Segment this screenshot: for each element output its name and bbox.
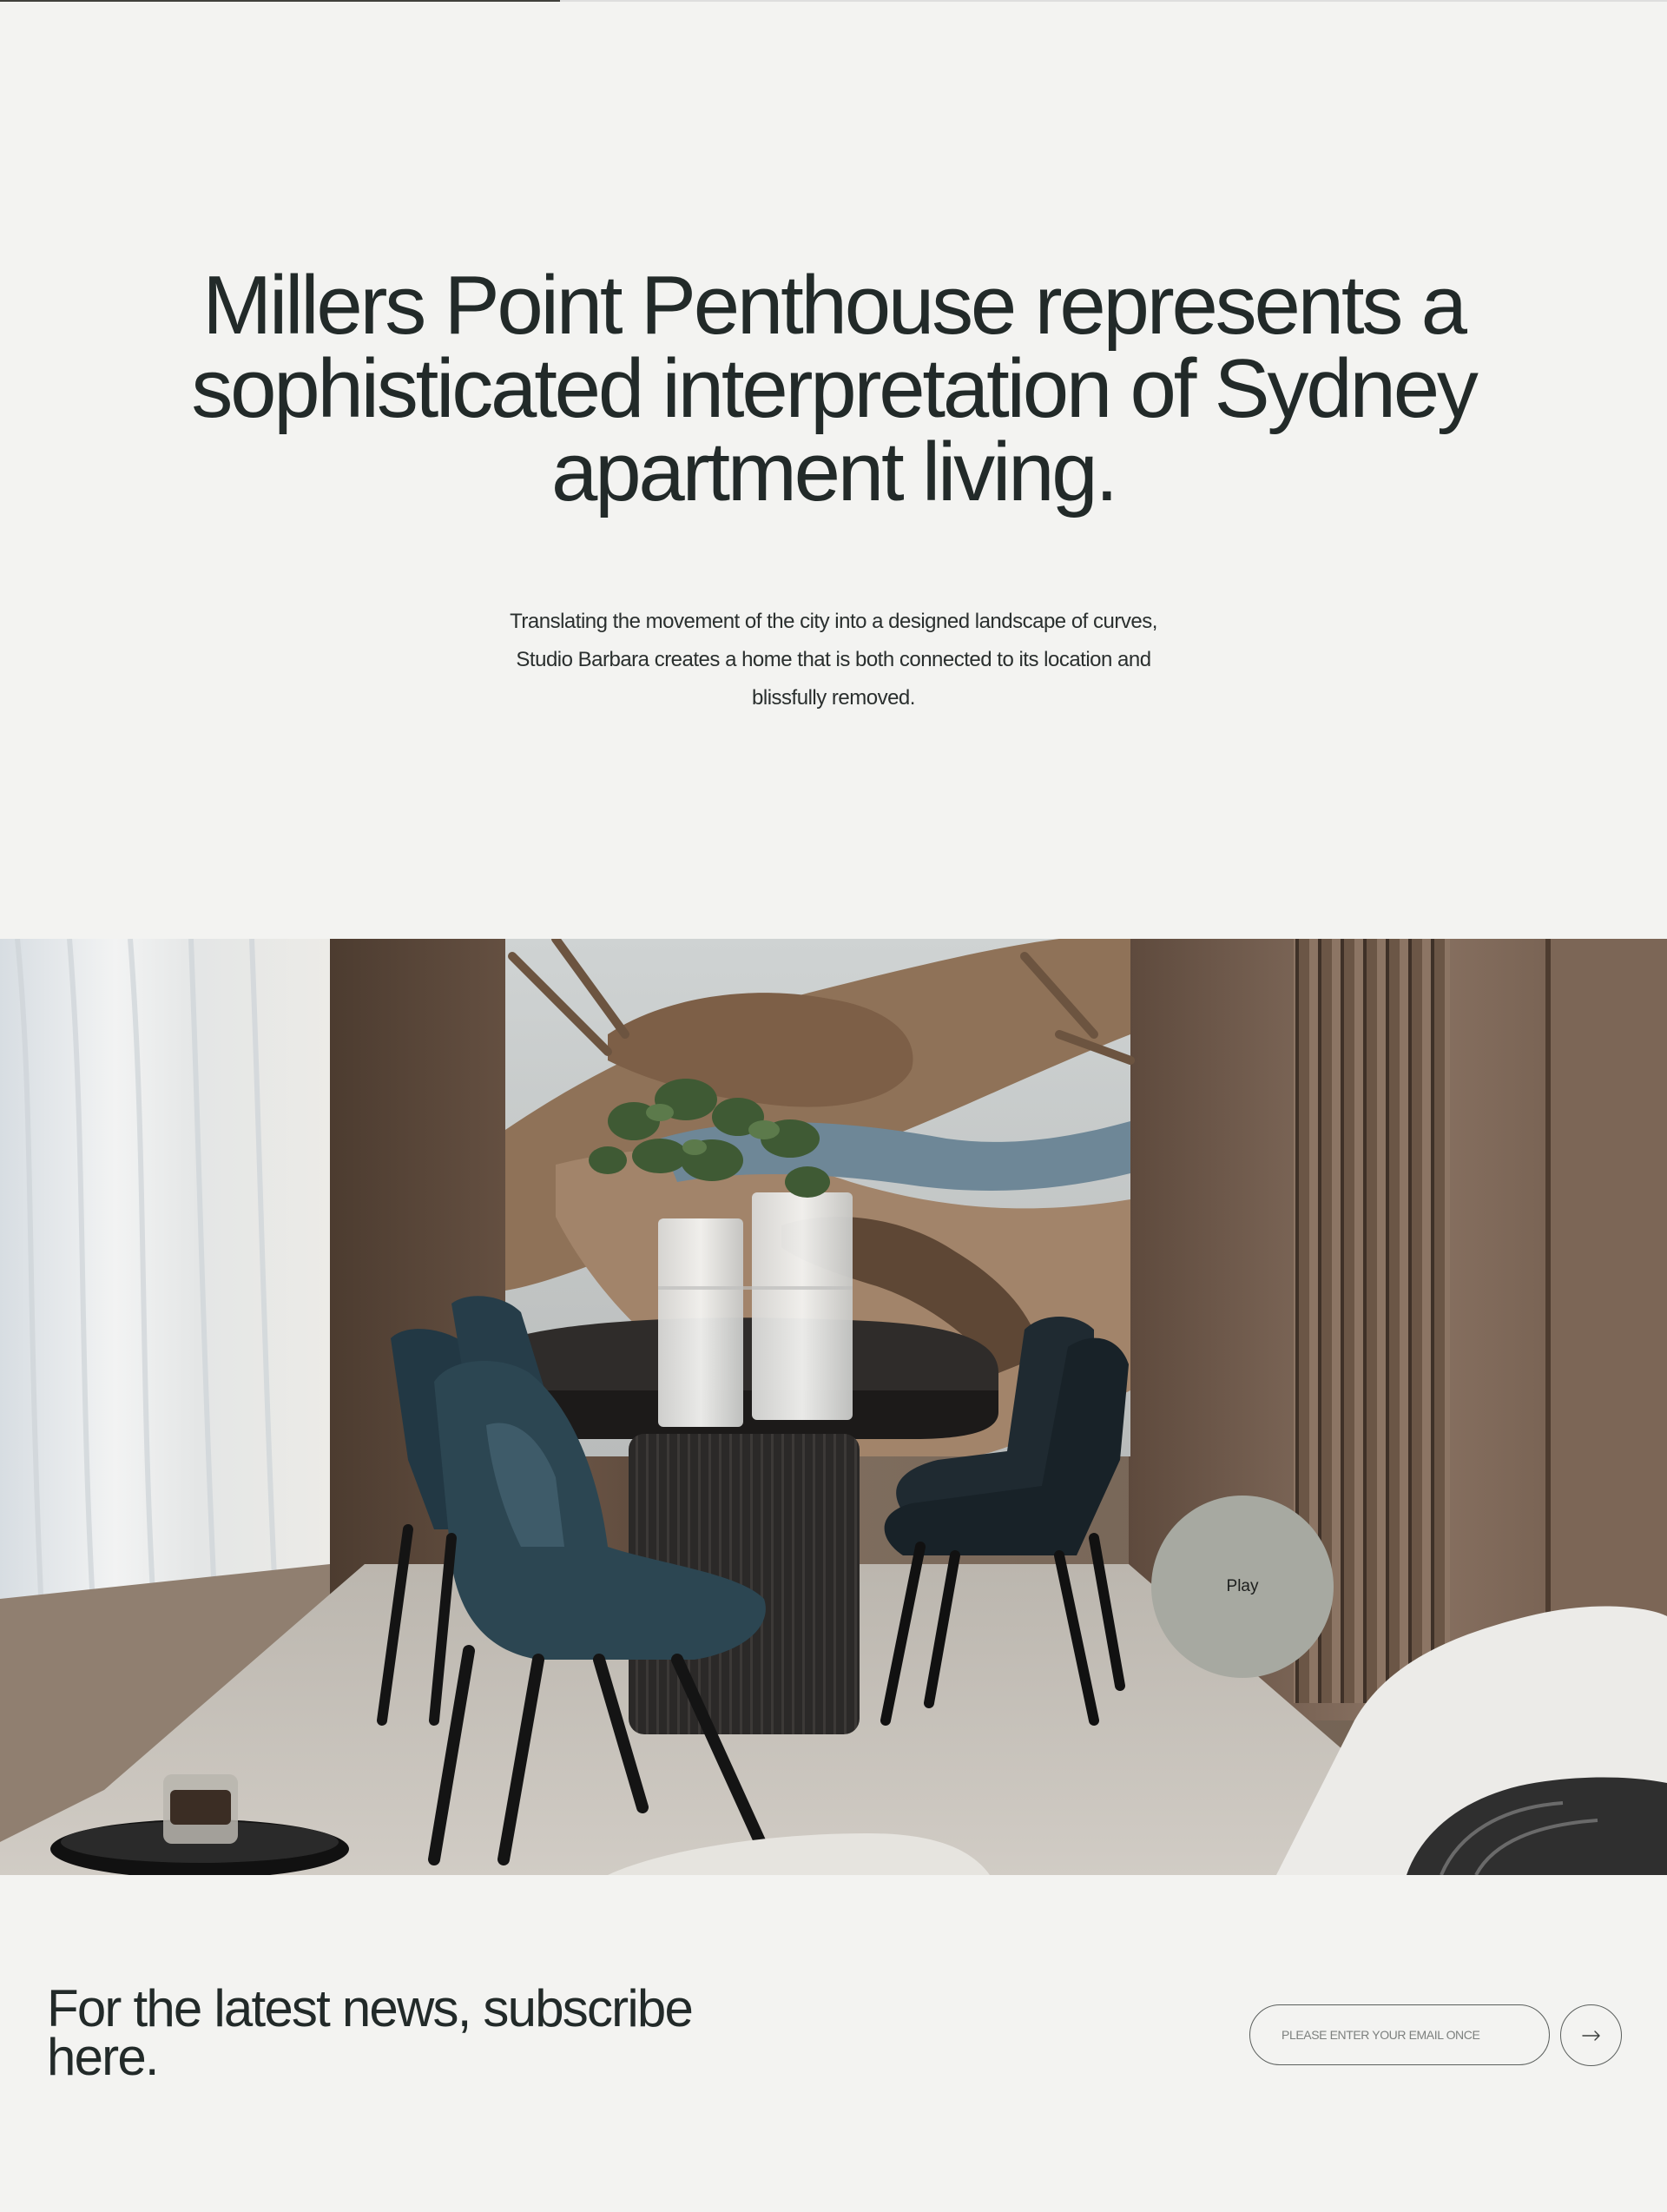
- newsletter-section: For the latest news, subscribe here.: [0, 1875, 1667, 2212]
- email-field[interactable]: [1249, 2004, 1550, 2065]
- project-intro: Millers Point Penthouse represents a sop…: [0, 0, 1667, 938]
- play-button[interactable]: Play: [1151, 1496, 1334, 1678]
- subscribe-submit-button[interactable]: [1560, 2004, 1622, 2066]
- newsletter-title: For the latest news, subscribe here.: [47, 1979, 694, 2086]
- video-poster-image: [0, 939, 1667, 1875]
- project-video: [0, 939, 1667, 1875]
- project-description: Translating the movement of the city int…: [510, 610, 1157, 710]
- project-headline: Millers Point Penthouse represents a sop…: [191, 259, 1479, 518]
- play-button-label: Play: [1226, 1577, 1259, 1595]
- arrow-right-icon: [1581, 2030, 1600, 2041]
